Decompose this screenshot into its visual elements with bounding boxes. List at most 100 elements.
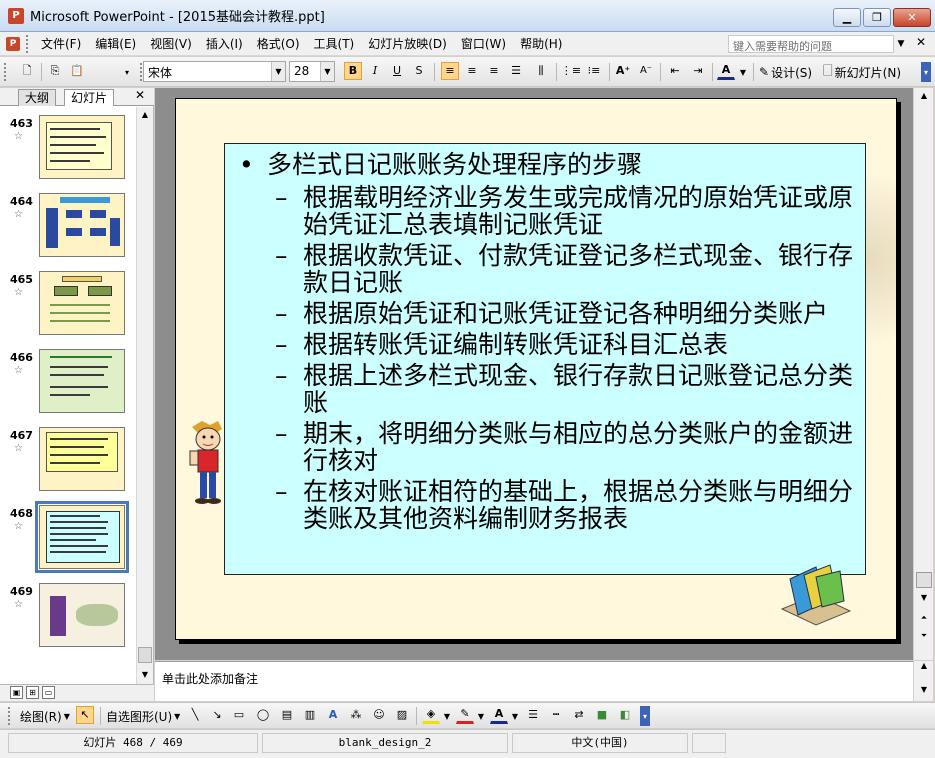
- chevron-down-icon[interactable]: ▼: [476, 706, 486, 726]
- menu-help[interactable]: 帮助(H): [513, 33, 569, 55]
- scrollbar-thumb[interactable]: [138, 647, 152, 663]
- decrease-indent-icon[interactable]: ⇤: [666, 62, 684, 80]
- menu-view[interactable]: 视图(V): [143, 33, 199, 55]
- new-slide-button[interactable]: 🗌 新幻灯片(N): [823, 62, 901, 82]
- menu-insert[interactable]: 插入(I): [199, 33, 250, 55]
- clipart-icon[interactable]: ☺: [370, 706, 388, 724]
- oval-icon[interactable]: ◯: [254, 706, 272, 724]
- bold-button[interactable]: B: [344, 62, 362, 80]
- dash-style-icon[interactable]: ┅: [547, 706, 565, 724]
- menu-slideshow[interactable]: 幻灯片放映(D): [361, 33, 454, 55]
- slide-thumbnail[interactable]: [39, 115, 125, 179]
- textbox-icon[interactable]: ▤: [278, 706, 296, 724]
- powerpoint-app-icon[interactable]: P: [8, 7, 24, 24]
- slide-thumbnail[interactable]: [39, 193, 125, 257]
- notes-pane[interactable]: 单击此处添加备注: [155, 661, 913, 701]
- draw-menu-button[interactable]: 绘图(R) ▼: [20, 706, 70, 726]
- align-right-icon[interactable]: ≡: [485, 62, 503, 80]
- tab-outline[interactable]: 大纲: [18, 89, 57, 106]
- arrow-style-icon[interactable]: ⇄: [570, 706, 588, 724]
- toolbar-grip[interactable]: [26, 34, 30, 53]
- document-icon[interactable]: P: [6, 36, 20, 51]
- slide-sorter-view-icon[interactable]: ⊞: [26, 686, 39, 699]
- underline-button[interactable]: U: [388, 62, 406, 80]
- picture-icon[interactable]: ▨: [393, 706, 411, 724]
- font-size-select[interactable]: 28 ▼: [289, 61, 335, 82]
- close-pane-icon[interactable]: ✕: [135, 88, 145, 102]
- slides-pane-scrollbar[interactable]: ▲ ▼: [136, 107, 153, 684]
- cartoon-boy-clipart[interactable]: [182, 419, 232, 509]
- slide-editor-scrollbar[interactable]: ▲ ▼ ⏶ ⏷: [913, 88, 933, 660]
- help-search-input[interactable]: 键入需要帮助的问题: [728, 35, 894, 53]
- toolbar-options-icon[interactable]: ▾: [640, 706, 650, 726]
- restore-button[interactable]: ❐: [863, 8, 891, 27]
- arrow-icon[interactable]: ↘: [208, 706, 226, 724]
- chevron-down-icon[interactable]: ▼: [271, 62, 285, 81]
- scroll-up-icon[interactable]: ▲: [137, 107, 153, 123]
- menu-edit[interactable]: 编辑(E): [88, 33, 143, 55]
- scroll-up-icon[interactable]: ▲: [916, 88, 932, 104]
- slide-canvas[interactable]: 多栏式日记账账务处理程序的步骤 根据载明经济业务发生或完成情况的原始凭证或原始凭…: [175, 98, 897, 640]
- slide-thumbnail[interactable]: [39, 349, 125, 413]
- increase-font-icon[interactable]: A⁺: [614, 62, 632, 80]
- line-icon[interactable]: ╲: [186, 706, 204, 724]
- increase-indent-icon[interactable]: ⇥: [689, 62, 707, 80]
- design-button[interactable]: ✎ 设计(S): [759, 62, 812, 82]
- rectangle-icon[interactable]: ▭: [230, 706, 248, 724]
- vertical-text-icon[interactable]: ⫼: [532, 62, 550, 80]
- notes-scrollbar[interactable]: ▲ ▼: [913, 661, 933, 701]
- vertical-textbox-icon[interactable]: ▥: [301, 706, 319, 724]
- minimize-button[interactable]: ▁: [833, 8, 861, 27]
- chevron-down-icon[interactable]: ▼: [738, 62, 748, 82]
- close-button[interactable]: ✕: [893, 8, 931, 27]
- menu-tools[interactable]: 工具(T): [307, 33, 362, 55]
- 3d-style-icon[interactable]: ◧: [616, 706, 634, 724]
- scroll-up-icon[interactable]: ▲: [916, 661, 932, 670]
- align-center-icon[interactable]: ≡: [463, 62, 481, 80]
- thumbnail-row[interactable]: 463 ☆: [0, 115, 136, 185]
- wordart-icon[interactable]: A: [324, 706, 342, 724]
- toolbar-grip[interactable]: [4, 62, 8, 82]
- bullet-list-icon[interactable]: ⁝≡: [585, 62, 603, 80]
- books-clipart[interactable]: [776, 559, 856, 629]
- next-slide-icon[interactable]: ⏷: [916, 628, 932, 644]
- font-color-icon[interactable]: A: [717, 62, 735, 80]
- diagram-icon[interactable]: ⁂: [347, 706, 365, 724]
- normal-view-icon[interactable]: ▣: [10, 686, 23, 699]
- slideshow-view-icon[interactable]: ▭: [42, 686, 55, 699]
- thumbnail-row[interactable]: 469 ☆: [0, 583, 136, 653]
- chevron-down-icon[interactable]: ▼: [895, 36, 907, 52]
- thumbnail-row[interactable]: 468 ☆: [0, 501, 136, 575]
- scrollbar-thumb[interactable]: [916, 572, 932, 588]
- new-document-icon[interactable]: 🗋: [18, 62, 36, 80]
- menu-format[interactable]: 格式(O): [250, 33, 307, 55]
- select-pointer-icon[interactable]: ↖: [76, 706, 94, 724]
- paste-icon[interactable]: 📋: [68, 62, 86, 80]
- scroll-down-icon[interactable]: ▼: [916, 590, 932, 606]
- line-color-icon[interactable]: ✎: [456, 706, 474, 724]
- previous-slide-icon[interactable]: ⏶: [916, 610, 932, 626]
- font-color-icon[interactable]: A: [490, 706, 508, 724]
- italic-button[interactable]: I: [366, 62, 384, 80]
- menu-window[interactable]: 窗口(W): [454, 33, 513, 55]
- justify-icon[interactable]: ☰: [507, 62, 525, 80]
- thumbnail-row[interactable]: 464 ☆: [0, 193, 136, 263]
- shadow-style-icon[interactable]: ■: [593, 706, 611, 724]
- tab-slides[interactable]: 幻灯片: [64, 89, 115, 106]
- scroll-down-icon[interactable]: ▼: [137, 667, 153, 683]
- shadow-button[interactable]: S: [410, 62, 428, 80]
- align-left-icon[interactable]: ≡: [441, 62, 459, 80]
- slide-thumbnail-selected[interactable]: [35, 501, 129, 573]
- line-style-icon[interactable]: ☰: [524, 706, 542, 724]
- toolbar-options-icon[interactable]: ▾: [921, 62, 931, 82]
- chevron-down-icon[interactable]: ▼: [510, 706, 520, 726]
- thumbnail-row[interactable]: 467 ☆: [0, 427, 136, 497]
- slide-thumbnail[interactable]: [39, 427, 125, 491]
- copy-icon[interactable]: ⎘: [46, 62, 64, 80]
- font-name-select[interactable]: 宋体 ▼: [143, 61, 286, 82]
- autoshapes-button[interactable]: 自选图形(U) ▼: [106, 706, 180, 726]
- content-placeholder[interactable]: 多栏式日记账账务处理程序的步骤 根据载明经济业务发生或完成情况的原始凭证或原始凭…: [224, 143, 866, 575]
- chevron-down-icon[interactable]: ▼: [442, 706, 452, 726]
- thumbnail-row[interactable]: 466 ☆: [0, 349, 136, 419]
- fill-color-icon[interactable]: ◈: [422, 706, 440, 724]
